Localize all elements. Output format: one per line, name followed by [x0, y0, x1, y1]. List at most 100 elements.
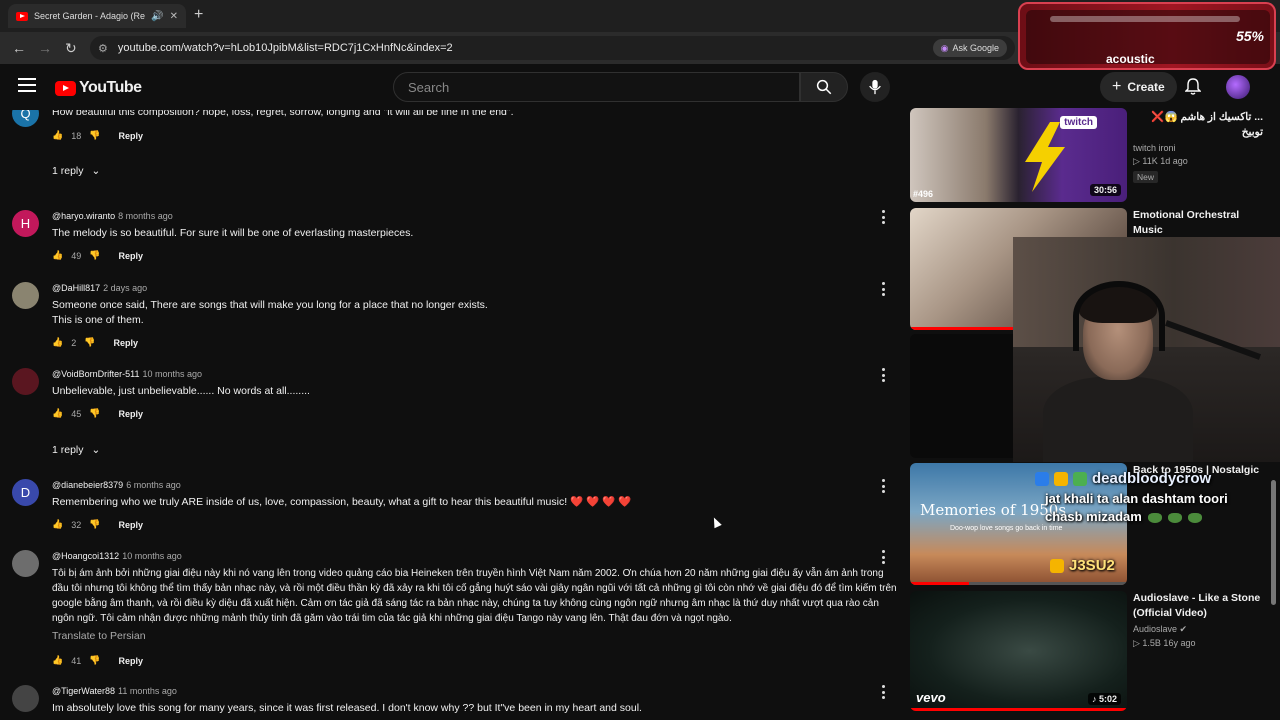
- like-icon[interactable]: 👍: [52, 655, 63, 666]
- verified-icon: ✔: [1179, 624, 1188, 634]
- like-icon[interactable]: 👍: [52, 337, 63, 348]
- forward-icon[interactable]: →: [38, 40, 52, 56]
- reply-button[interactable]: Reply: [118, 656, 143, 666]
- translate-link[interactable]: Translate to Persian: [52, 630, 146, 642]
- video-thumbnail[interactable]: vevo ♪ 5:02: [910, 591, 1127, 711]
- comment-menu-icon[interactable]: [880, 479, 886, 493]
- new-tab-icon[interactable]: +: [194, 6, 203, 24]
- comment-author[interactable]: @Hoangcoi1312: [52, 551, 119, 561]
- comment-time[interactable]: 11 months ago: [118, 686, 177, 696]
- video-meta: Audioslave - Like a Stone (Official Vide…: [1133, 591, 1263, 649]
- dislike-icon[interactable]: 👎: [89, 130, 100, 141]
- url-field[interactable]: ⚙ youtube.com/watch?v=hLob10JpibM&list=R…: [90, 36, 1015, 60]
- search-button[interactable]: [800, 72, 848, 102]
- comment-author[interactable]: @DaHill817: [52, 283, 100, 293]
- voice-search-button[interactable]: [860, 72, 890, 102]
- emote-icon: [1167, 512, 1182, 523]
- comment-avatar[interactable]: [12, 685, 39, 712]
- reply-button[interactable]: Reply: [118, 251, 143, 261]
- comment-avatar[interactable]: H: [12, 210, 39, 237]
- dislike-icon[interactable]: 👎: [89, 250, 100, 261]
- comment-menu-icon[interactable]: [880, 282, 886, 296]
- comment-avatar[interactable]: [12, 368, 39, 395]
- reply-button[interactable]: Reply: [118, 520, 143, 530]
- comment-avatar[interactable]: Q: [12, 110, 39, 127]
- search-icon: [816, 79, 832, 95]
- google-lens-icon: ◉: [940, 42, 949, 53]
- comment-actions: 👍 18 👎 Reply: [52, 130, 143, 141]
- music-genre-label: acoustic: [1106, 52, 1155, 66]
- comment-text: Tôi bị ám ảnh bởi những giai điệu này kh…: [52, 568, 897, 624]
- notifications-bell-icon[interactable]: [1185, 78, 1201, 96]
- comment-time[interactable]: 6 months ago: [126, 480, 181, 490]
- comment-avatar[interactable]: [12, 282, 39, 309]
- ask-google-button[interactable]: ◉ Ask Google: [932, 39, 1007, 57]
- dislike-icon[interactable]: 👎: [89, 655, 100, 666]
- speaker-icon[interactable]: 🔊: [151, 11, 163, 22]
- browser-tab[interactable]: Secret Garden - Adagio (Remastered) 🔊 ✕: [8, 4, 186, 28]
- comment-avatar[interactable]: D: [12, 479, 39, 506]
- reload-icon[interactable]: ↻: [65, 40, 77, 57]
- reply-button[interactable]: Reply: [118, 131, 143, 141]
- comment-avatar[interactable]: [12, 550, 39, 577]
- comment-header: @DaHill817 2 days ago: [52, 283, 147, 293]
- url-text: youtube.com/watch?v=hLob10JpibM&list=RDC…: [117, 42, 453, 54]
- comment-actions: 👍 41 👎 Reply: [52, 655, 143, 666]
- comment-menu-icon[interactable]: [880, 368, 886, 382]
- comment-author[interactable]: @haryo.wiranto: [52, 211, 115, 221]
- back-icon[interactable]: ←: [12, 40, 26, 56]
- comment-text-line: Someone once said, There are songs that …: [52, 299, 488, 311]
- comment-header: @haryo.wiranto 8 months ago: [52, 211, 173, 221]
- reply-button[interactable]: Reply: [113, 338, 138, 348]
- view-replies-button[interactable]: 1 reply ⌄: [52, 165, 100, 177]
- comment-time[interactable]: 2 days ago: [103, 283, 147, 293]
- comment-author[interactable]: @VoidBornDrifter-511: [52, 369, 140, 379]
- chat-message: J3SU2: [1050, 557, 1115, 574]
- like-count: 49: [71, 250, 82, 261]
- dislike-icon[interactable]: 👎: [89, 519, 100, 530]
- search-input[interactable]: Search: [393, 72, 800, 102]
- view-replies-button[interactable]: 1 reply ⌄: [52, 444, 100, 456]
- comment-menu-icon[interactable]: [880, 685, 886, 699]
- chat-username: deadbloodycrow: [1092, 470, 1212, 487]
- watch-progress-bar: [910, 708, 1127, 711]
- dislike-icon[interactable]: 👎: [84, 337, 95, 348]
- replies-count: 1 reply: [52, 444, 84, 456]
- like-icon[interactable]: 👍: [52, 519, 63, 530]
- chevron-down-icon: ⌄: [91, 165, 101, 177]
- menu-icon[interactable]: [18, 78, 36, 92]
- create-button[interactable]: + Create: [1100, 72, 1177, 102]
- comment-time[interactable]: 10 months ago: [122, 551, 182, 561]
- comment-text: Im absolutely love this song for many ye…: [52, 702, 642, 714]
- video-channel[interactable]: Audioslave ✔: [1133, 624, 1263, 635]
- video-title[interactable]: Emotional Orchestral Music: [1133, 208, 1263, 238]
- comment-author[interactable]: @dianebeier8379: [52, 480, 123, 490]
- like-icon[interactable]: 👍: [52, 250, 63, 261]
- microphone-icon: [869, 79, 881, 95]
- video-meta: ... تاكسيك از هاشم 😱❌ توبيخ twitch ironi…: [1133, 110, 1263, 183]
- account-avatar[interactable]: [1226, 75, 1250, 99]
- reply-button[interactable]: Reply: [118, 409, 143, 419]
- scrollbar[interactable]: [1271, 480, 1276, 605]
- youtube-logo[interactable]: YouTube: [55, 79, 142, 97]
- like-icon[interactable]: 👍: [52, 130, 63, 141]
- like-icon[interactable]: 👍: [52, 408, 63, 419]
- dislike-icon[interactable]: 👎: [89, 408, 100, 419]
- comment-time[interactable]: 10 months ago: [143, 369, 203, 379]
- video-title[interactable]: ... تاكسيك از هاشم 😱❌ توبيخ: [1133, 110, 1263, 140]
- like-count: 41: [71, 655, 82, 666]
- comment-author[interactable]: @TigerWater88: [52, 686, 115, 696]
- comment-menu-icon[interactable]: [880, 550, 886, 564]
- youtube-header: YouTube Search + Create: [0, 64, 1280, 110]
- comment-menu-icon[interactable]: [880, 210, 886, 224]
- video-title[interactable]: Audioslave - Like a Stone (Official Vide…: [1133, 591, 1263, 621]
- close-tab-icon[interactable]: ✕: [170, 11, 178, 22]
- video-channel[interactable]: twitch ironi: [1133, 143, 1263, 153]
- like-count: 18: [71, 130, 82, 141]
- comment-text-line: This is one of them.: [52, 314, 144, 326]
- video-thumbnail[interactable]: twitch #496 30:56: [910, 108, 1127, 202]
- comment-header: @VoidBornDrifter-511 10 months ago: [52, 369, 202, 379]
- comment-time[interactable]: 8 months ago: [118, 211, 173, 221]
- site-info-icon[interactable]: ⚙: [98, 42, 108, 55]
- like-count: 32: [71, 519, 82, 530]
